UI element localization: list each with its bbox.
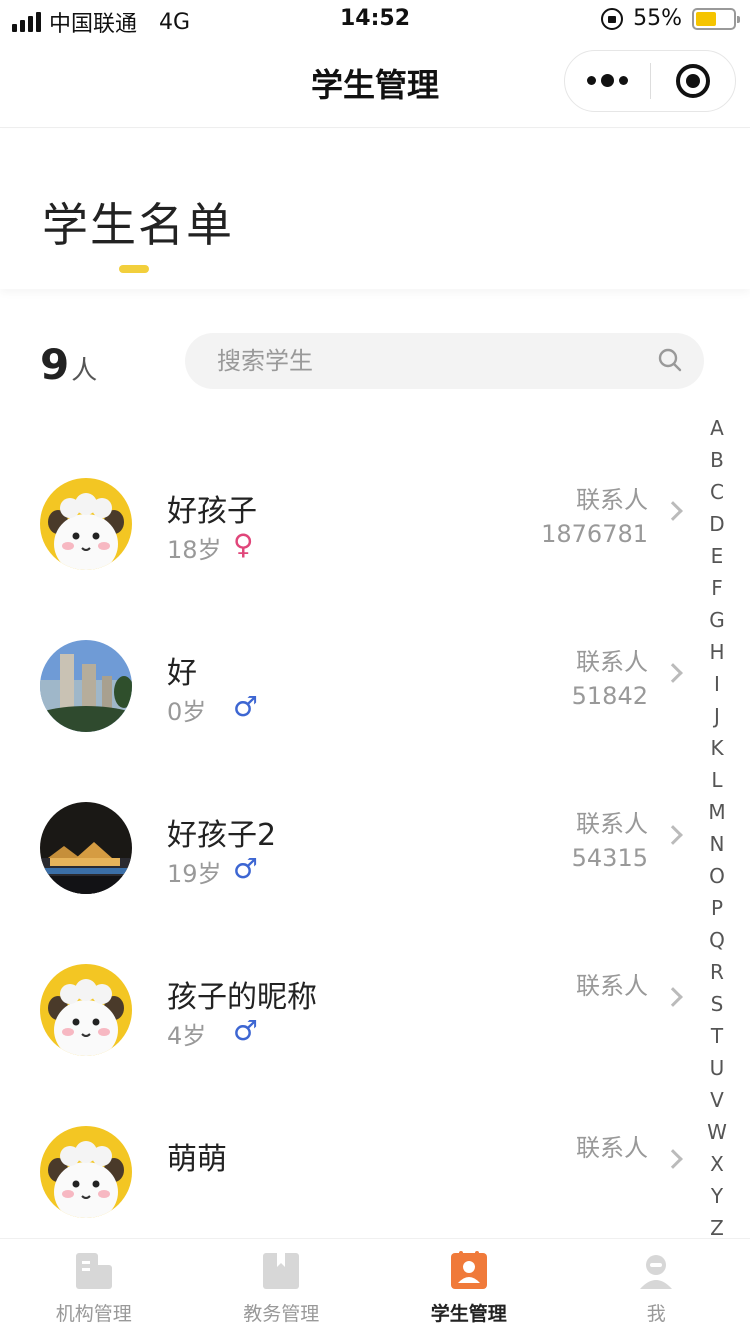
contact-label: 联系人 bbox=[576, 486, 648, 514]
index-letter[interactable]: Y bbox=[702, 1180, 732, 1212]
index-letter[interactable]: I bbox=[702, 668, 732, 700]
student-row[interactable]: 萌萌 联系人 bbox=[0, 1086, 700, 1238]
student-avatar bbox=[40, 1126, 132, 1218]
status-bar: 中国联通 4G 14:52 55% bbox=[0, 0, 750, 40]
index-letter[interactable]: O bbox=[702, 860, 732, 892]
index-letter[interactable]: U bbox=[702, 1052, 732, 1084]
book-icon bbox=[259, 1251, 303, 1291]
chevron-right-icon bbox=[663, 825, 683, 845]
page-title: 学生名单 bbox=[42, 198, 234, 252]
index-letter[interactable]: K bbox=[702, 732, 732, 764]
student-row[interactable]: 孩子的昵称 4岁 ♂ 联系人 bbox=[0, 924, 700, 1086]
chevron-right-icon bbox=[663, 987, 683, 1007]
index-letter[interactable]: D bbox=[702, 508, 732, 540]
title-underline bbox=[119, 265, 149, 273]
contact-phone: 51842 bbox=[571, 682, 648, 710]
page-header: 学生名单 bbox=[0, 129, 750, 289]
female-icon: ♀ bbox=[233, 528, 254, 561]
student-name: 好孩子 bbox=[167, 494, 257, 529]
index-letter[interactable]: X bbox=[702, 1148, 732, 1180]
profile-icon bbox=[634, 1251, 678, 1291]
student-count-number: 9 bbox=[40, 340, 70, 389]
tab-profile[interactable]: 我 bbox=[563, 1239, 750, 1334]
index-letter[interactable]: V bbox=[702, 1084, 732, 1116]
chevron-right-icon bbox=[663, 501, 683, 521]
search-bar[interactable] bbox=[185, 333, 704, 389]
index-letter[interactable]: L bbox=[702, 764, 732, 796]
student-icon bbox=[447, 1251, 491, 1291]
male-icon: ♂ bbox=[233, 852, 259, 885]
chevron-right-icon bbox=[663, 663, 683, 683]
tab-book[interactable]: 教务管理 bbox=[188, 1239, 376, 1334]
tab-bar: 机构管理 教务管理 学生管理 我 bbox=[0, 1238, 750, 1334]
student-list-viewport[interactable]: 15岁♀ 好孩子 18岁 ♀ 联系人 1876781 好 0岁 ♂ 联系人 51842 好孩子2 19岁… bbox=[0, 410, 700, 1238]
index-letter[interactable]: N bbox=[702, 828, 732, 860]
more-icon[interactable] bbox=[565, 73, 650, 87]
battery-icon bbox=[692, 7, 740, 30]
male-icon: ♂ bbox=[233, 690, 259, 723]
index-letter[interactable]: E bbox=[702, 540, 732, 572]
student-count-unit: 人 bbox=[71, 356, 98, 386]
student-row[interactable]: 好孩子2 19岁 ♂ 联系人 54315 bbox=[0, 762, 700, 924]
male-icon: ♂ bbox=[233, 1014, 259, 1047]
search-icon[interactable] bbox=[658, 348, 682, 372]
contact-label: 联系人 bbox=[576, 810, 648, 838]
student-age: 0岁 bbox=[167, 698, 207, 726]
nav-bar: 学生管理 bbox=[0, 40, 750, 128]
index-letter[interactable]: G bbox=[702, 604, 732, 636]
index-letter[interactable]: M bbox=[702, 796, 732, 828]
tab-building[interactable]: 机构管理 bbox=[0, 1239, 188, 1334]
index-letter[interactable]: R bbox=[702, 956, 732, 988]
index-letter[interactable]: A bbox=[702, 412, 732, 444]
index-letter[interactable]: F bbox=[702, 572, 732, 604]
contact-phone: 54315 bbox=[571, 844, 648, 872]
tab-student[interactable]: 学生管理 bbox=[375, 1239, 563, 1334]
tab-label: 我 bbox=[646, 1303, 666, 1325]
student-age: 19岁 bbox=[167, 860, 222, 888]
contact-label: 联系人 bbox=[576, 648, 648, 676]
battery-level bbox=[696, 11, 716, 26]
index-letter[interactable]: H bbox=[702, 636, 732, 668]
chevron-right-icon bbox=[663, 1149, 683, 1169]
student-row[interactable]: 好 0岁 ♂ 联系人 51842 bbox=[0, 600, 700, 762]
tab-label: 教务管理 bbox=[243, 1303, 320, 1325]
index-letter[interactable]: J bbox=[702, 700, 732, 732]
index-letter[interactable]: W bbox=[702, 1116, 732, 1148]
miniprogram-capsule bbox=[564, 50, 736, 112]
student-name: 好孩子2 bbox=[167, 818, 277, 853]
close-miniprogram-button[interactable] bbox=[651, 64, 736, 98]
student-name: 好 bbox=[167, 656, 197, 691]
alphabet-index[interactable]: ABCDEFGHIJKLMNOPQRSTUVWXYZ bbox=[702, 412, 732, 1244]
student-age: 18岁 bbox=[167, 536, 222, 564]
student-row[interactable]: 好孩子 18岁 ♀ 联系人 1876781 bbox=[0, 438, 700, 600]
building-icon bbox=[72, 1251, 116, 1291]
index-letter[interactable]: B bbox=[702, 444, 732, 476]
index-letter[interactable]: Q bbox=[702, 924, 732, 956]
student-age: 4岁 bbox=[167, 1022, 207, 1050]
battery-percent: 55% bbox=[633, 6, 682, 31]
student-name: 孩子的昵称 bbox=[167, 980, 317, 1015]
student-name: 萌萌 bbox=[167, 1142, 227, 1177]
student-avatar bbox=[40, 802, 132, 894]
tab-label: 机构管理 bbox=[55, 1303, 132, 1325]
index-letter[interactable]: P bbox=[702, 892, 732, 924]
student-avatar bbox=[40, 964, 132, 1056]
student-count: 9 人 bbox=[40, 340, 97, 389]
student-avatar bbox=[40, 640, 132, 732]
student-list: 15岁♀ 好孩子 18岁 ♀ 联系人 1876781 好 0岁 ♂ 联系人 51842 好孩子2 19岁… bbox=[0, 410, 700, 1238]
index-letter[interactable]: S bbox=[702, 988, 732, 1020]
target-icon bbox=[675, 64, 710, 98]
tab-label: 学生管理 bbox=[430, 1303, 507, 1325]
contact-phone: 1876781 bbox=[541, 520, 648, 548]
index-letter[interactable]: T bbox=[702, 1020, 732, 1052]
search-input[interactable] bbox=[217, 333, 637, 389]
contact-label: 联系人 bbox=[576, 1134, 648, 1162]
rotation-lock-icon bbox=[601, 7, 624, 30]
contact-label: 联系人 bbox=[576, 972, 648, 1000]
student-avatar bbox=[40, 478, 132, 570]
student-row[interactable]: 15岁♀ bbox=[0, 410, 700, 438]
index-letter[interactable]: C bbox=[702, 476, 732, 508]
